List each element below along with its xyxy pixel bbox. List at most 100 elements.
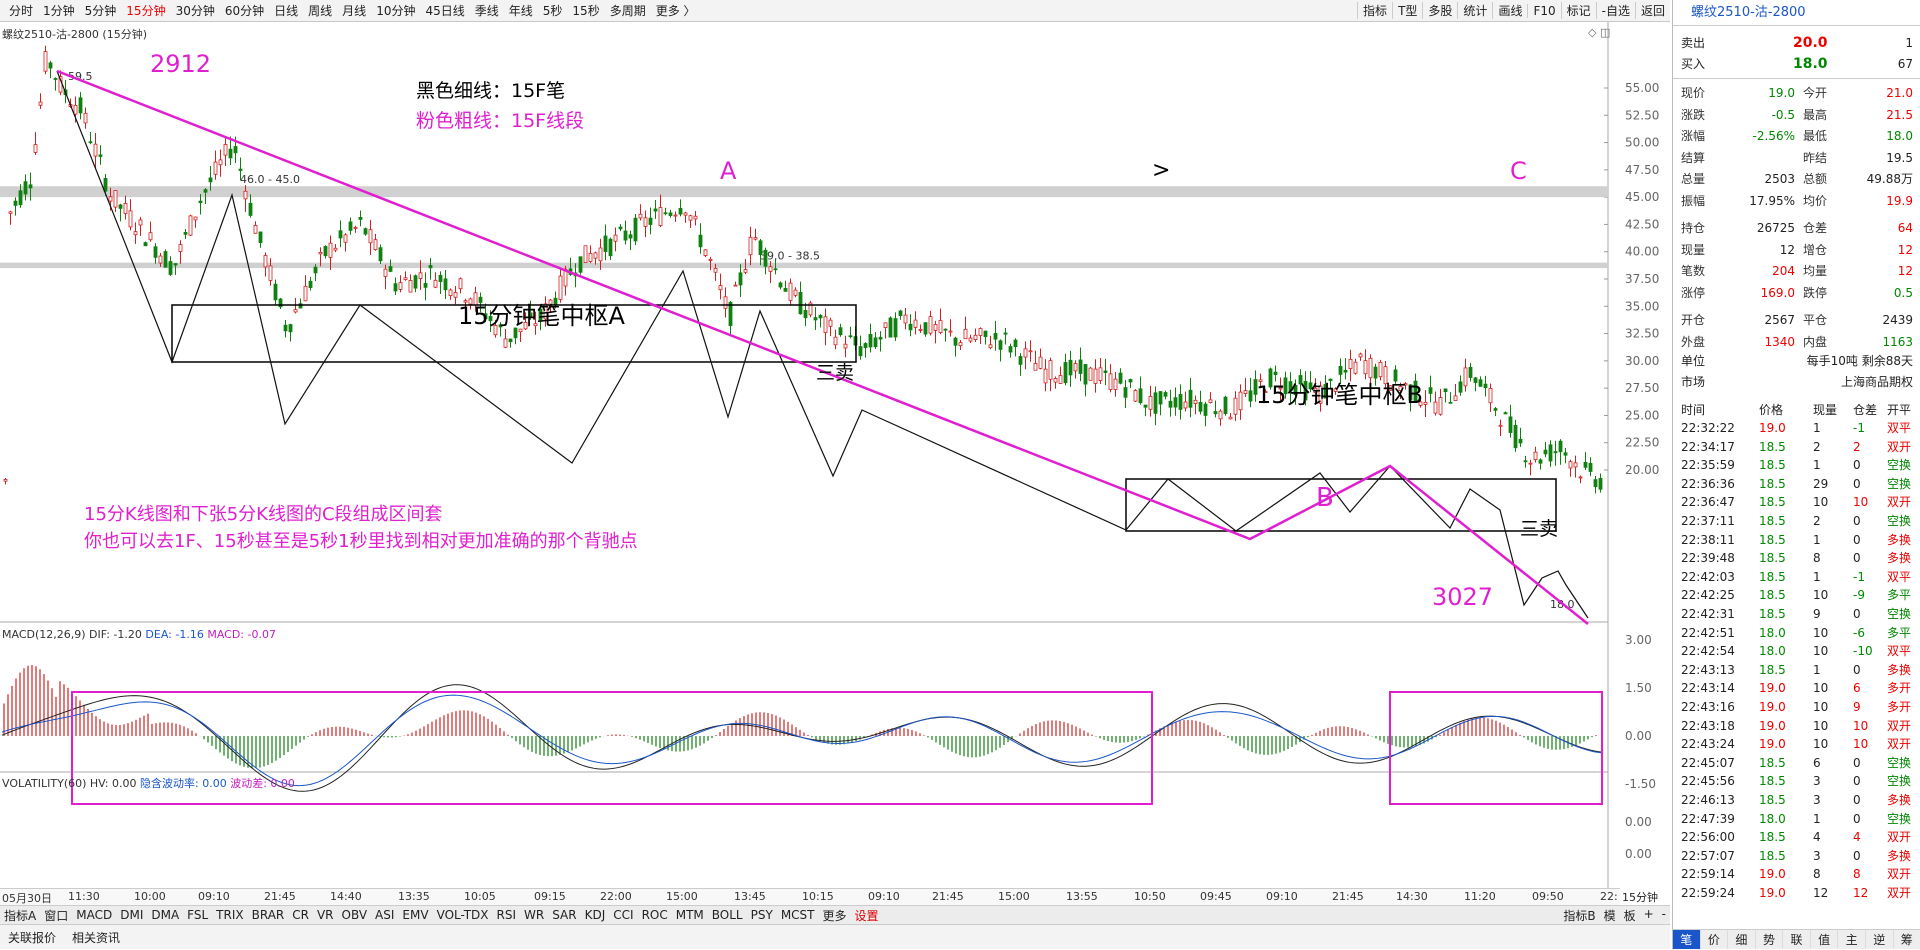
tool-6[interactable]: 标记 (1561, 2, 1596, 19)
indicator-tab-5[interactable]: FSL (183, 908, 212, 922)
tool-0[interactable]: 指标 (1357, 2, 1392, 19)
time-label-18: 09:45 (1200, 890, 1232, 903)
indicator-right-1[interactable]: 模 (1600, 907, 1620, 924)
period-6[interactable]: 日线 (269, 2, 303, 19)
quote-tab-4[interactable]: 联 (1783, 930, 1811, 949)
period-8[interactable]: 月线 (337, 2, 371, 19)
candle-body (1069, 360, 1072, 375)
quote-tab-6[interactable]: 主 (1838, 930, 1866, 949)
tool-1[interactable]: T型 (1392, 2, 1422, 19)
candle-body (594, 253, 597, 258)
indicator-tab-12[interactable]: EMV (398, 908, 432, 922)
period-4[interactable]: 30分钟 (171, 2, 220, 19)
quote-title[interactable]: 螺纹2510-沽-2800 (1673, 0, 1920, 26)
quote-tab-1[interactable]: 价 (1701, 930, 1729, 949)
indicator-tab-7[interactable]: BRAR (248, 908, 289, 922)
period-3[interactable]: 15分钟 (121, 2, 170, 19)
zone-45-46 (0, 186, 1608, 197)
indicator-tab-21[interactable]: BOLL (708, 908, 747, 922)
candle-body (144, 243, 147, 246)
candle-body (894, 319, 897, 337)
quote-row-1: 涨跌-0.5最高21.5 (1673, 105, 1920, 126)
time-period[interactable]: 15分钟 (1622, 889, 1658, 905)
indicator-right-3[interactable]: + (1640, 907, 1658, 924)
bottom-tab-0[interactable]: 关联报价 (0, 929, 64, 946)
candle-body (419, 273, 422, 279)
candle-body (584, 246, 587, 263)
indicator-tab-22[interactable]: PSY (747, 908, 777, 922)
candle-body (264, 256, 267, 267)
candle-body (1364, 361, 1367, 374)
trade-cell: 8 (1813, 549, 1821, 567)
chart-area[interactable]: 55.0052.5050.0047.5045.0042.5040.0037.50… (0, 22, 1670, 888)
period-13[interactable]: 5秒 (538, 2, 568, 19)
quote-tab-7[interactable]: 逆 (1866, 930, 1894, 949)
tool-2[interactable]: 多股 (1422, 2, 1457, 19)
period-14[interactable]: 15秒 (567, 2, 604, 19)
period-11[interactable]: 季线 (470, 2, 504, 19)
indicator-tab-6[interactable]: TRIX (212, 908, 247, 922)
indicator-tab-11[interactable]: ASI (371, 908, 398, 922)
chart-window-controls[interactable]: ◇ ◫ (1588, 26, 1610, 39)
indicator-tab-23[interactable]: MCST (777, 908, 819, 922)
tool-4[interactable]: 画线 (1492, 2, 1527, 19)
quote-tab-2[interactable]: 细 (1728, 930, 1756, 949)
indicator-right-2[interactable]: 板 (1620, 907, 1640, 924)
candle-body (1214, 412, 1217, 414)
indicator-tab-0[interactable]: 指标A (0, 907, 40, 924)
period-9[interactable]: 10分钟 (371, 2, 420, 19)
candle-body (749, 237, 752, 254)
trade-cell: 18.5 (1759, 661, 1786, 679)
candle-body (84, 113, 87, 123)
period-10[interactable]: 45日线 (420, 2, 469, 19)
quote-tab-8[interactable]: 筹 (1894, 930, 1920, 949)
candle-body (174, 264, 177, 266)
indicator-tab-8[interactable]: CR (288, 908, 313, 922)
tool-5[interactable]: F10 (1527, 4, 1560, 18)
indicator-tab-20[interactable]: MTM (672, 908, 708, 922)
indicator-tab-1[interactable]: 窗口 (40, 907, 72, 924)
indicator-tab-9[interactable]: VR (313, 908, 338, 922)
candle-body (404, 278, 407, 280)
indicator-tab-16[interactable]: SAR (548, 908, 580, 922)
indicator-tab-19[interactable]: ROC (638, 908, 672, 922)
quote-tab-5[interactable]: 值 (1811, 930, 1839, 949)
tool-7[interactable]: -自选 (1596, 2, 1635, 19)
trade-cell: 10 (1813, 493, 1828, 511)
bottom-tab-1[interactable]: 相关资讯 (64, 929, 128, 946)
quote-tab-0[interactable]: 笔 (1673, 930, 1701, 949)
candle-body (919, 329, 922, 330)
period-0[interactable]: 分时 (4, 2, 38, 19)
indicator-tab-18[interactable]: CCI (609, 908, 637, 922)
indicator-tab-15[interactable]: WR (520, 908, 548, 922)
indicator-tab-4[interactable]: DMA (147, 908, 183, 922)
indicator-tab-2[interactable]: MACD (72, 908, 116, 922)
indicator-right-4[interactable]: - (1658, 907, 1670, 924)
candle-body (1129, 379, 1132, 382)
trade-cell: 双开 (1887, 884, 1911, 902)
candle-body (1444, 389, 1447, 392)
indicator-tab-17[interactable]: KDJ (581, 908, 610, 922)
indicator-tab-14[interactable]: RSI (493, 908, 521, 922)
period-2[interactable]: 5分钟 (80, 2, 122, 19)
indicator-tab-10[interactable]: OBV (338, 908, 372, 922)
period-7[interactable]: 周线 (303, 2, 337, 19)
indicator-tab-25[interactable]: 设置 (851, 907, 883, 924)
period-1[interactable]: 1分钟 (38, 2, 80, 19)
period-15[interactable]: 多周期 (605, 2, 651, 19)
period-5[interactable]: 60分钟 (220, 2, 269, 19)
time-axis: 05月30日11:3010:0009:1021:4514:4013:3510:0… (0, 888, 1620, 905)
trade-cell: 22:42:03 (1681, 568, 1735, 586)
tool-3[interactable]: 统计 (1457, 2, 1492, 19)
indicator-tab-13[interactable]: VOL-TDX (433, 908, 493, 922)
indicator-tab-3[interactable]: DMI (116, 908, 147, 922)
indicator-tab-24[interactable]: 更多 (819, 907, 851, 924)
tool-8[interactable]: 返回 (1635, 2, 1670, 19)
period-16[interactable]: 更多 〉 (651, 2, 701, 19)
indicator-right-0[interactable]: 指标B (1559, 907, 1599, 924)
y-tick-label: 27.50 (1625, 381, 1659, 395)
quote-tab-3[interactable]: 势 (1756, 930, 1784, 949)
period-12[interactable]: 年线 (504, 2, 538, 19)
candle-body (1164, 393, 1167, 397)
quote-key2: 平仓 (1803, 310, 1827, 331)
